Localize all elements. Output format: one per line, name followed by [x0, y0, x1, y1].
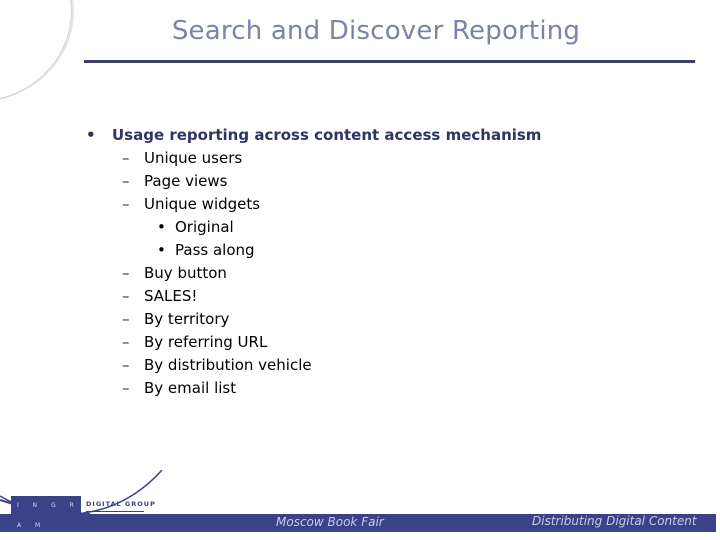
list-item-text: By distribution vehicle: [144, 356, 312, 374]
dash-icon: –: [122, 310, 130, 328]
list-item-text: By referring URL: [144, 333, 268, 351]
footer-tagline: Distributing Digital Content: [532, 514, 697, 528]
logo-underline: [86, 511, 144, 512]
ingram-logo: I N G R A M: [11, 496, 81, 529]
list-item-text: Page views: [144, 172, 228, 190]
dash-icon: –: [122, 172, 130, 190]
list-item-text: Unique users: [144, 149, 243, 167]
dash-icon: –: [122, 287, 130, 305]
list-item-text: Pass along: [175, 241, 255, 259]
list-item-text: Buy button: [144, 264, 227, 282]
dash-icon: –: [122, 195, 130, 213]
bullet-icon: •: [157, 241, 166, 259]
dash-icon: –: [122, 264, 130, 282]
dash-icon: –: [122, 356, 130, 374]
title-divider: [84, 60, 695, 63]
list-item-text: SALES!: [144, 287, 198, 305]
dash-icon: –: [122, 379, 130, 397]
footer-event: Moscow Book Fair: [276, 515, 384, 529]
slide-title: Search and Discover Reporting: [171, 16, 581, 46]
dash-icon: –: [122, 149, 130, 167]
logo-subtitle: DIGITAL GROUP: [86, 500, 156, 508]
list-item-text: By email list: [144, 379, 237, 397]
list-item-text: Unique widgets: [144, 195, 261, 213]
bullet-icon: •: [157, 218, 166, 236]
list-item-text: By territory: [144, 310, 230, 328]
bullet-icon: •: [86, 126, 96, 144]
list-item-text: Original: [175, 218, 234, 236]
dash-icon: –: [122, 333, 130, 351]
main-bullet: Usage reporting across content access me…: [112, 126, 542, 144]
